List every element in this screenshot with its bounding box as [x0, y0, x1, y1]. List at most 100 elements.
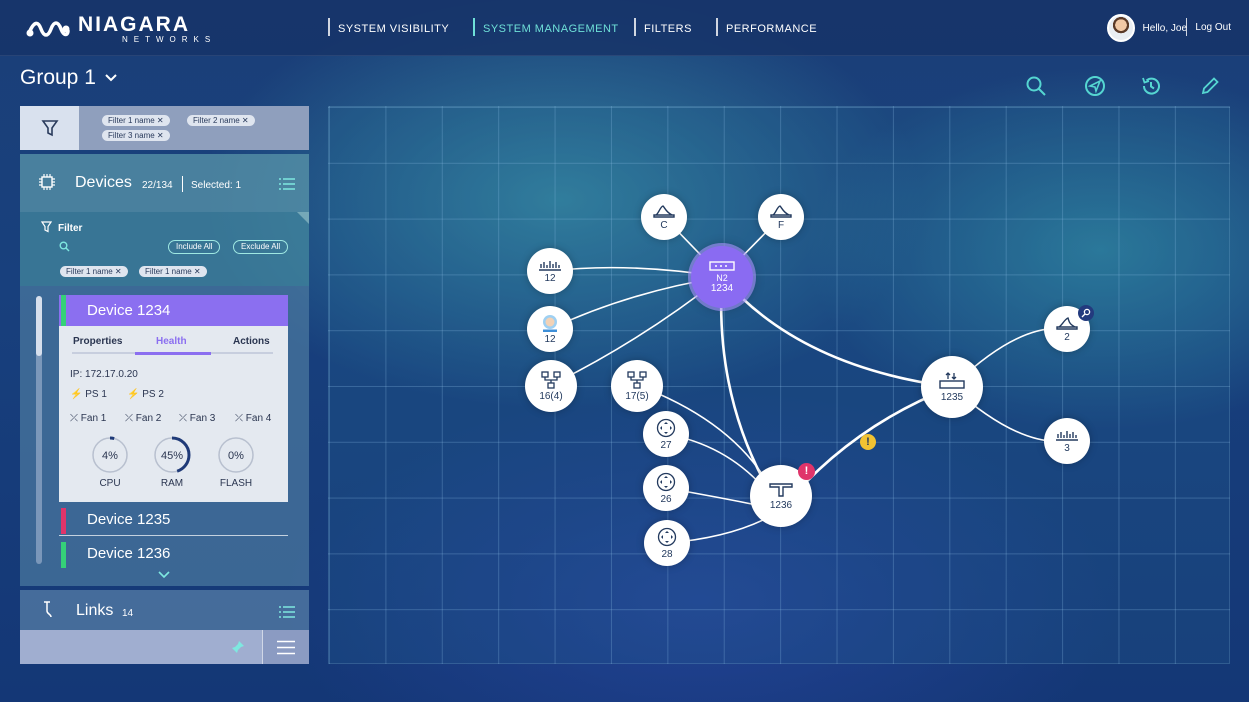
device-card-title[interactable]: Device 1234	[59, 295, 288, 326]
link[interactable]	[721, 276, 953, 389]
bolt-icon: ⚡	[70, 389, 83, 400]
filter-icon	[41, 221, 52, 233]
device-node-c[interactable]: C	[641, 194, 687, 240]
link-warning-badge[interactable]: !	[860, 434, 876, 450]
node-label: 17(5)	[625, 390, 649, 402]
device-node-26[interactable]: 26	[643, 465, 689, 511]
status-bar	[61, 542, 66, 568]
fan-1: ⤫ Fan 1	[70, 413, 106, 424]
fan-icon: ⤫	[235, 413, 243, 424]
bolt-icon: ⚡	[127, 389, 140, 400]
tab-properties[interactable]: Properties	[73, 336, 122, 347]
filter-chip[interactable]: Filter 1 name ✕	[60, 266, 128, 277]
filter-icon	[40, 120, 59, 137]
tab-actions[interactable]: Actions	[233, 336, 270, 347]
include-all-button[interactable]: Include All	[168, 240, 221, 254]
nav-performance[interactable]: PERFORMANCE	[716, 18, 817, 36]
device-ip: IP: 172.17.0.20	[70, 369, 138, 380]
pin-icon[interactable]	[231, 640, 245, 654]
scrollbar-thumb[interactable]	[36, 296, 42, 356]
device-name: Device 1235	[87, 511, 171, 528]
flash-value: 0%	[228, 450, 244, 462]
chip-icon	[39, 174, 55, 190]
key-badge[interactable]	[1078, 305, 1094, 321]
node-label: 27	[660, 439, 672, 451]
flash-label: FLASH	[219, 478, 253, 489]
left-panel: Filter 1 name ✕ Filter 2 name ✕ Filter 3…	[20, 106, 309, 664]
device-node-28[interactable]: 28	[644, 520, 690, 566]
links-count: 14	[122, 608, 134, 619]
exclude-all-button[interactable]: Exclude All	[233, 240, 289, 254]
topology-icon	[627, 370, 647, 389]
filter-chip-label: Filter 1 name	[108, 116, 155, 125]
filter-chip[interactable]: Filter 2 name ✕	[187, 115, 255, 126]
filter-chip-label: Filter 3 name	[108, 131, 155, 140]
filter-button[interactable]	[20, 106, 79, 150]
links-header[interactable]: Links 14	[20, 590, 309, 630]
arrows-icon	[656, 418, 676, 437]
device-node-17[interactable]: 17(5)	[611, 360, 663, 412]
fan-label: Fan 4	[245, 413, 272, 424]
links-title: Links	[76, 602, 114, 619]
fin-icon	[770, 204, 792, 218]
node-type: N2	[716, 272, 728, 283]
top-bar: NIAGARA NETWORKS SYSTEM VISIBILITY SYSTE…	[0, 0, 1249, 56]
device-node-1235[interactable]: 1235	[921, 356, 983, 418]
topology-canvas[interactable]: C F N2 1234 12 12 16(4) 17(5) 27 26 28 1…	[328, 106, 1230, 664]
arrows-icon	[656, 472, 676, 491]
search-icon[interactable]	[59, 241, 70, 252]
brand-sub: NETWORKS	[122, 35, 217, 44]
tap-icon	[769, 482, 793, 497]
power-supply-1: ⚡ PS 1	[70, 389, 107, 400]
device-node-n2[interactable]: N2 1234	[691, 246, 753, 308]
menu-button[interactable]	[262, 630, 309, 664]
fan-icon: ⤫	[179, 413, 187, 424]
group-selector[interactable]: Group 1	[20, 66, 118, 90]
ram-gauge: 45%	[153, 436, 191, 474]
list-item[interactable]: Device 1236	[59, 538, 288, 570]
node-label: 1235	[940, 391, 964, 403]
topology-icon	[541, 370, 561, 389]
transfer-icon	[939, 371, 965, 389]
cpu-gauge: 4%	[91, 436, 129, 474]
niagara-logo-icon	[26, 21, 70, 37]
filter-chip-label: Filter 1 name	[145, 267, 192, 276]
device-name: Device 1236	[87, 545, 171, 562]
filter-chip[interactable]: Filter 1 name ✕	[139, 266, 207, 277]
fan-4: ⤫ Fan 4	[235, 413, 271, 424]
port-icon	[539, 260, 561, 271]
search-icon[interactable]	[1025, 75, 1047, 97]
user-menu[interactable]: Hello, Joe	[1106, 14, 1187, 42]
fan-3: ⤫ Fan 3	[179, 413, 215, 424]
fan-icon: ⤫	[70, 413, 78, 424]
send-icon[interactable]	[1084, 75, 1106, 97]
device-node-f[interactable]: F	[758, 194, 804, 240]
list-icon[interactable]	[279, 606, 295, 618]
node-label: 1236	[769, 499, 793, 511]
edit-icon[interactable]	[1199, 75, 1221, 97]
filter-chip[interactable]: Filter 3 name ✕	[102, 130, 170, 141]
list-item[interactable]: Device 1235	[59, 504, 288, 536]
filter-chip-label: Filter 2 name	[193, 116, 240, 125]
page-title: Group 1	[20, 66, 96, 89]
device-node-16[interactable]: 16(4)	[525, 360, 577, 412]
devices-header: Devices 22/134 Selected: 1	[20, 154, 309, 224]
chevron-down-icon[interactable]	[158, 571, 170, 579]
brand-logo[interactable]: NIAGARA NETWORKS	[26, 14, 216, 44]
history-icon[interactable]	[1140, 75, 1162, 97]
list-icon[interactable]	[279, 178, 295, 190]
nav-system-visibility[interactable]: SYSTEM VISIBILITY	[328, 18, 449, 36]
filter-chip[interactable]: Filter 1 name ✕	[102, 115, 170, 126]
nav-system-management[interactable]: SYSTEM MANAGEMENT	[473, 18, 619, 36]
device-node-12b[interactable]: 12	[527, 306, 573, 352]
alert-badge[interactable]: !	[798, 463, 815, 480]
topology-links	[549, 216, 1068, 544]
tab-health[interactable]: Health	[156, 336, 187, 347]
logout-link[interactable]: Log Out	[1186, 18, 1231, 36]
device-node-3[interactable]: 3	[1044, 418, 1090, 464]
fin-icon	[653, 204, 675, 218]
device-node-27[interactable]: 27	[643, 411, 689, 457]
power-supply-2: ⚡ PS 2	[127, 389, 164, 400]
nav-filters[interactable]: FILTERS	[634, 18, 692, 36]
device-node-12[interactable]: 12	[527, 248, 573, 294]
